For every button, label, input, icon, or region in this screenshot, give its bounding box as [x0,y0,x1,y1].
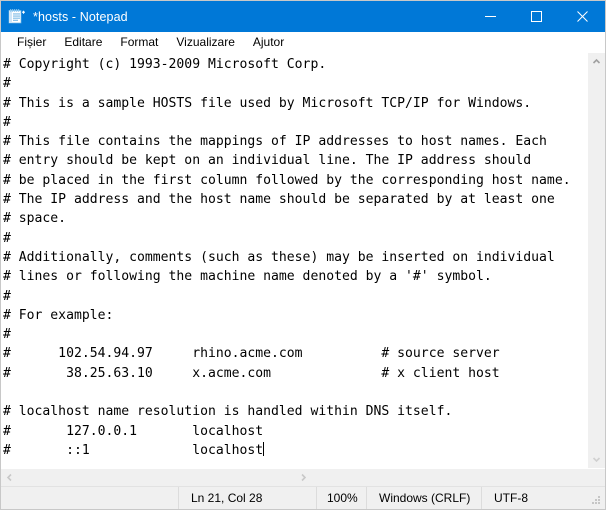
editor-line: # space. [3,211,67,227]
menu-item-help[interactable]: Ajutor [244,34,293,51]
window-title: *hosts - Notepad [33,9,128,24]
scrollbar-corner [588,469,605,486]
editor-line: # be placed in the first column followed… [3,172,571,188]
notepad-icon [8,8,25,25]
editor-line: # 38.25.63.10 x.acme.com # x client host [3,365,500,381]
chevron-up-icon[interactable] [588,53,605,70]
editor-line: # entry should be kept on an individual … [3,153,532,169]
minimize-button[interactable] [467,1,513,32]
menu-item-format[interactable]: Format [111,34,167,51]
editor-line: # Copyright (c) 1993-2009 Microsoft Corp… [3,57,327,72]
editor-line: # [3,327,11,343]
notepad-window: *hosts - Notepad Fișier Editare Format V… [0,0,606,510]
status-bar: Ln 21, Col 28 100% Windows (CRLF) UTF-8 [1,486,605,509]
editor-line: # 102.54.94.97 rhino.acme.com # source s… [3,346,500,362]
editor-line: # localhost name resolution is handled w… [3,404,453,420]
chevron-left-icon[interactable] [1,469,18,486]
window-controls [467,1,605,32]
chevron-down-icon[interactable] [588,451,605,468]
editor-line: # [3,288,11,304]
maximize-button[interactable] [513,1,559,32]
chevron-right-icon[interactable] [295,469,312,486]
editor-line: # 127.0.0.1 localhost [3,423,264,439]
editor-line: # Additionally, comments (such as these)… [3,249,555,265]
resize-grip-icon[interactable] [590,494,602,506]
menu-item-edit[interactable]: Editare [55,34,111,51]
editor-line: # [3,114,11,130]
editor-line: # [3,76,11,92]
status-cursor-position: Ln 21, Col 28 [178,487,316,509]
editor-content: # Copyright (c) 1993-2009 Microsoft Corp… [3,55,587,460]
status-bar-spacer [1,487,178,509]
menu-item-file[interactable]: Fișier [8,34,55,51]
editor-line: # [3,230,11,246]
vertical-scrollbar[interactable] [587,53,605,468]
text-caret [263,441,265,456]
editor-line: # lines or following the machine name de… [3,269,492,285]
horizontal-scrollbar[interactable] [1,468,605,486]
editor-line: # This is a sample HOSTS file used by Mi… [3,95,532,111]
menu-bar: Fișier Editare Format Vizualizare Ajutor [1,32,605,53]
editor-area: # Copyright (c) 1993-2009 Microsoft Corp… [1,53,605,468]
menu-item-view[interactable]: Vizualizare [167,34,243,51]
editor-line: # This file contains the mappings of IP … [3,134,547,150]
status-zoom-level[interactable]: 100% [316,487,366,509]
status-line-ending: Windows (CRLF) [366,487,481,509]
close-button[interactable] [559,1,605,32]
status-encoding: UTF-8 [481,487,605,509]
editor-line: # ::1 localhost [3,441,265,458]
title-bar[interactable]: *hosts - Notepad [1,1,605,32]
editor-line: # The IP address and the host name shoul… [3,192,555,208]
text-editor[interactable]: # Copyright (c) 1993-2009 Microsoft Corp… [1,53,587,468]
editor-line: # For example: [3,307,114,323]
